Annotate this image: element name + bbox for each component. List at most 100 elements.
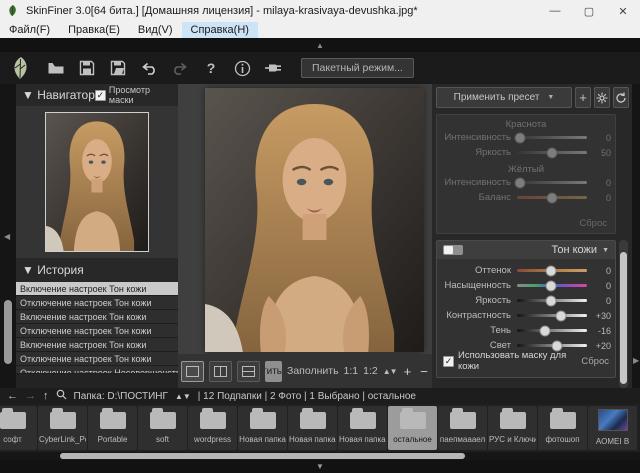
- balance-slider[interactable]: [517, 196, 587, 199]
- color-reset-link[interactable]: Сброс: [579, 218, 607, 229]
- slider-thumb[interactable]: [556, 310, 567, 321]
- scrollbar-thumb[interactable]: [620, 252, 627, 384]
- zoom-out-button[interactable]: −: [418, 364, 430, 379]
- history-header[interactable]: ▼ История: [16, 258, 178, 282]
- preset-settings-button[interactable]: [594, 87, 610, 108]
- info-button[interactable]: [233, 59, 251, 77]
- ratio-1-2-button[interactable]: 1:2: [363, 365, 378, 377]
- light-slider[interactable]: [517, 344, 587, 347]
- open-folder-button[interactable]: [47, 59, 65, 77]
- folder-tile-selected[interactable]: остальное: [388, 406, 437, 450]
- main-photo[interactable]: [205, 88, 424, 352]
- folder-tile[interactable]: soft: [138, 406, 187, 450]
- brightness-slider[interactable]: [517, 299, 587, 302]
- help-button[interactable]: ?: [202, 59, 220, 77]
- folder-tile[interactable]: Новая папка: [238, 406, 287, 450]
- slider-thumb[interactable]: [546, 265, 557, 276]
- chevron-left-icon: ◀: [4, 232, 10, 241]
- history-item[interactable]: Отключение настроек Тон кожи: [16, 296, 178, 310]
- path-spinner-icon[interactable]: ▲▼: [175, 392, 191, 401]
- slider-thumb[interactable]: [514, 132, 525, 143]
- maximize-button[interactable]: ▢: [572, 0, 606, 22]
- folder-tile[interactable]: софт: [0, 406, 37, 450]
- scrollbar-thumb[interactable]: [60, 453, 465, 459]
- folder-tile[interactable]: Portable: [88, 406, 137, 450]
- menu-view[interactable]: Вид(V): [129, 22, 182, 38]
- shadow-slider[interactable]: [517, 329, 587, 332]
- up-folder-button[interactable]: ↑: [43, 390, 49, 402]
- checkbox-checked-icon[interactable]: ✓: [95, 90, 106, 101]
- current-folder-path[interactable]: Папка: D:\ПОСТИНГ: [74, 391, 168, 402]
- undo-button[interactable]: [140, 59, 158, 77]
- view-single-button[interactable]: [181, 361, 204, 382]
- slider-thumb[interactable]: [547, 192, 558, 203]
- zoom-in-button[interactable]: +: [402, 364, 414, 379]
- navigator-thumbnail[interactable]: [45, 112, 149, 252]
- close-button[interactable]: ✕: [606, 0, 640, 22]
- plugin-button[interactable]: [264, 59, 282, 77]
- folder-tile[interactable]: паепмаааел: [438, 406, 487, 450]
- history-item[interactable]: Отключение настроек Тон кожи: [16, 324, 178, 338]
- slider-row: Контрастность +30: [437, 308, 615, 323]
- fit-button[interactable]: Вместить: [265, 361, 282, 382]
- batch-mode-button[interactable]: Пакетный режим...: [301, 58, 414, 78]
- bottom-panel-collapse[interactable]: ▼: [0, 460, 640, 473]
- folder-tile[interactable]: Новая папка _: [338, 406, 387, 450]
- history-item[interactable]: Включение настроек Тон кожи: [16, 310, 178, 324]
- mask-preview-toggle[interactable]: ✓ Просмотр маски: [95, 85, 172, 105]
- folder-tile[interactable]: wordpress: [188, 406, 237, 450]
- intensity-slider[interactable]: [517, 136, 587, 139]
- forward-button[interactable]: →: [25, 390, 36, 402]
- brightness-slider[interactable]: [517, 151, 587, 154]
- add-preset-button[interactable]: +: [575, 87, 591, 108]
- skin-tone-reset-link[interactable]: Сброс: [581, 356, 609, 367]
- apply-preset-dropdown[interactable]: Применить пресет ▼: [436, 87, 572, 108]
- view-split-horizontal-button[interactable]: [237, 361, 260, 382]
- folder-tile[interactable]: РУС и Ключи: [488, 406, 537, 450]
- skin-tone-header[interactable]: Тон кожи ▼: [437, 241, 615, 259]
- skin-tone-toggle-icon[interactable]: [443, 245, 463, 255]
- slider-row: Интенсивность 0: [437, 130, 615, 145]
- slider-thumb[interactable]: [545, 295, 556, 306]
- menu-help[interactable]: Справка(H): [182, 22, 258, 38]
- history-item[interactable]: Отключение настроек Несовершенств: [16, 366, 178, 374]
- top-panel-collapse[interactable]: ▲: [0, 38, 640, 52]
- navigator-header[interactable]: ▼ Навигатор ✓ Просмотр маски: [16, 84, 178, 106]
- menu-edit[interactable]: Правка(E): [59, 22, 129, 38]
- view-split-vertical-button[interactable]: [209, 361, 232, 382]
- search-icon[interactable]: [56, 389, 67, 403]
- slider-thumb[interactable]: [546, 280, 557, 291]
- history-item[interactable]: Включение настроек Тон кожи: [16, 282, 178, 296]
- history-item[interactable]: Включение настроек Тон кожи: [16, 338, 178, 352]
- save-as-button[interactable]: [109, 59, 127, 77]
- redo-button[interactable]: [171, 59, 189, 77]
- left-panel-collapse[interactable]: ◀: [0, 84, 16, 388]
- contrast-slider[interactable]: [517, 314, 587, 317]
- hue-slider[interactable]: [517, 269, 587, 272]
- folder-icon: [100, 412, 126, 429]
- image-tile[interactable]: AOMEI B: [588, 406, 637, 450]
- reset-preset-button[interactable]: [613, 87, 629, 108]
- right-panel-scrollbar[interactable]: [619, 240, 628, 388]
- ratio-spinner[interactable]: ▲▼: [383, 367, 397, 376]
- history-item[interactable]: Отключение настроек Тон кожи: [16, 352, 178, 366]
- filmstrip-scrollbar[interactable]: [0, 452, 640, 460]
- menu-file[interactable]: Файл(F): [0, 22, 59, 38]
- checkbox-checked-icon[interactable]: ✓: [443, 356, 454, 367]
- left-panel-scrollbar[interactable]: [4, 300, 12, 364]
- folder-tile[interactable]: CyberLink_Po...: [38, 406, 87, 450]
- intensity-slider[interactable]: [517, 181, 587, 184]
- slider-thumb[interactable]: [514, 177, 525, 188]
- folder-tile[interactable]: фотошоп: [538, 406, 587, 450]
- ratio-1-1-button[interactable]: 1:1: [344, 365, 359, 377]
- right-panel-collapse[interactable]: ▶: [632, 84, 640, 388]
- minimize-button[interactable]: —: [538, 0, 572, 22]
- folder-tile[interactable]: Новая папка _: [288, 406, 337, 450]
- slider-thumb[interactable]: [547, 147, 558, 158]
- back-button[interactable]: ←: [7, 390, 18, 402]
- slider-label: Интенсивность: [441, 132, 517, 143]
- slider-thumb[interactable]: [540, 325, 551, 336]
- saturation-slider[interactable]: [517, 284, 587, 287]
- save-button[interactable]: [78, 59, 96, 77]
- fill-button[interactable]: Заполнить: [287, 365, 339, 377]
